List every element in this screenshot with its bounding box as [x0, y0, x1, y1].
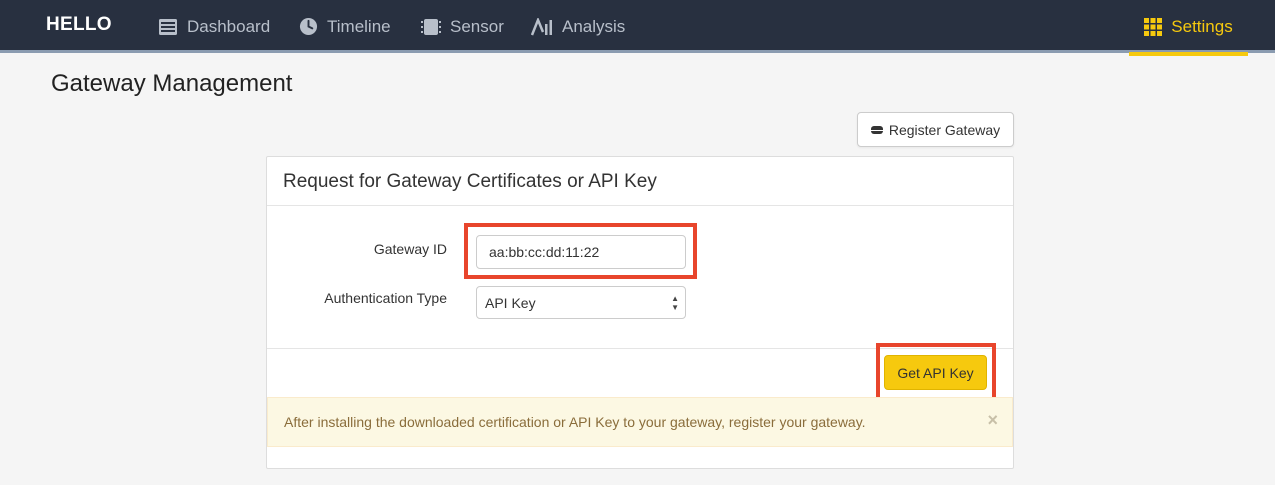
top-navbar: HELLO Dashboard Timeline Sensor Analysis… [0, 0, 1275, 56]
grid-icon [1144, 17, 1163, 36]
register-gateway-button[interactable]: Register Gateway [857, 112, 1014, 147]
nav-item-settings[interactable]: Settings [1129, 0, 1248, 56]
auth-type-select[interactable]: API Key ▲ ▼ [476, 286, 686, 319]
analysis-icon [531, 17, 553, 36]
nav-label-analysis: Analysis [562, 16, 626, 36]
close-icon[interactable]: × [987, 410, 998, 431]
alert-text: After installing the downloaded certific… [284, 414, 866, 430]
nav-item-dashboard[interactable]: Dashboard [158, 0, 270, 53]
gateway-id-input[interactable] [476, 235, 686, 269]
gateway-icon [870, 125, 883, 135]
gateway-id-label: Gateway ID [373, 241, 447, 257]
info-alert: After installing the downloaded certific… [267, 397, 1013, 447]
auth-type-selected: API Key [485, 294, 536, 311]
auth-type-label: Authentication Type [324, 290, 447, 306]
brand-logo[interactable]: HELLO [46, 14, 112, 36]
nav-label-timeline: Timeline [327, 16, 391, 36]
chip-icon [421, 18, 441, 36]
nav-item-sensor[interactable]: Sensor [421, 0, 504, 53]
request-panel: Request for Gateway Certificates or API … [266, 156, 1014, 469]
nav-label-sensor: Sensor [450, 16, 504, 36]
nav-label-dashboard: Dashboard [187, 16, 271, 36]
register-gateway-label: Register Gateway [888, 121, 1001, 138]
clock-icon [299, 17, 318, 36]
dashboard-icon [158, 18, 178, 36]
nav-item-timeline[interactable]: Timeline [299, 0, 391, 53]
select-arrows-icon: ▲ ▼ [671, 294, 679, 312]
nav-label-settings: Settings [1171, 16, 1233, 36]
panel-heading: Request for Gateway Certificates or API … [267, 157, 1013, 206]
get-api-key-button[interactable]: Get API Key [884, 355, 987, 390]
nav-item-analysis[interactable]: Analysis [531, 0, 625, 53]
page-title: Gateway Management [51, 70, 293, 97]
